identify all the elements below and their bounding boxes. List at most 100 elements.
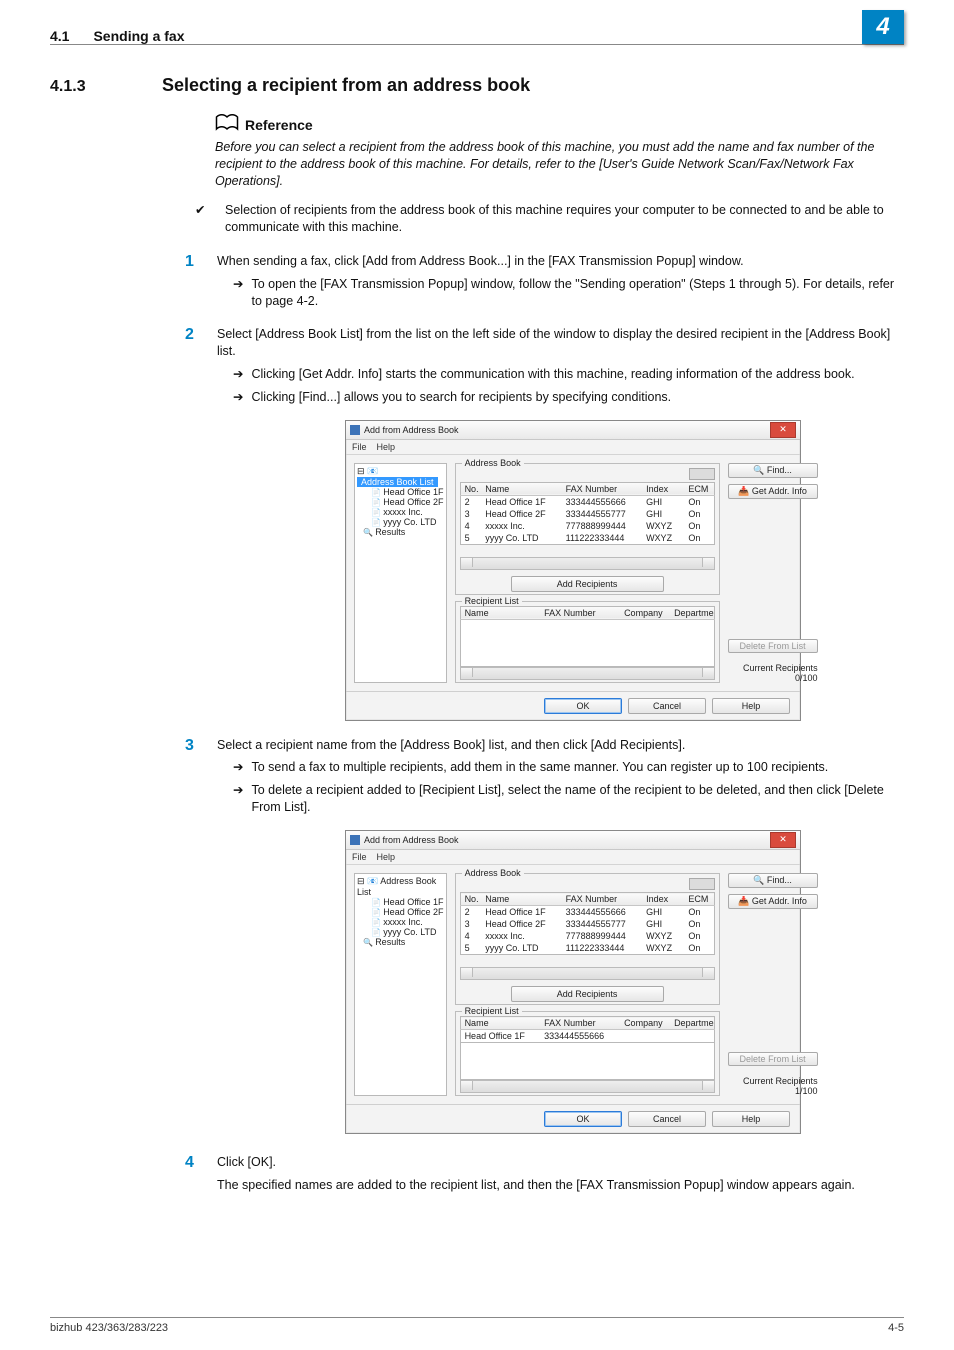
close-icon[interactable]: ✕ [770,422,796,438]
step-number: 1 [185,253,199,271]
get-addr-info-button[interactable]: 📥 Get Addr. Info [728,894,818,909]
cell-name: Head Office 1F [460,1030,540,1043]
cell-name: xxxxx Inc. [481,520,561,532]
add-recipients-button[interactable]: Add Recipients [511,986,664,1002]
menu-file[interactable]: File [352,442,367,452]
arrow-icon: ➔ [233,366,243,383]
col-ecm[interactable]: ECM [684,893,714,906]
cell-no: 2 [460,906,481,919]
col-ecm[interactable]: ECM [684,482,714,495]
close-icon[interactable]: ✕ [770,832,796,848]
current-recipients-count: 0/100 [728,673,818,683]
table-row[interactable]: 5 yyyy Co. LTD 111222333444 WXYZ On [460,532,714,545]
view-toggle-icon[interactable] [689,468,715,480]
find-button[interactable]: 🔍 Find... [728,463,818,478]
col-fax[interactable]: FAX Number [562,482,642,495]
menu-file[interactable]: File [352,852,367,862]
cell-no: 5 [460,532,481,545]
arrow-icon: ➔ [233,759,243,776]
address-book-table[interactable]: No. Name FAX Number Index ECM 2 Head Off… [460,482,715,545]
help-button[interactable]: Help [712,1111,790,1127]
tree-pane[interactable]: ⊟ 📧 Address Book List Head Office 1F Hea… [354,463,447,683]
col-index[interactable]: Index [642,893,684,906]
address-book-table[interactable]: No. Name FAX Number Index ECM 2 Head Off… [460,892,715,955]
recipient-list-table[interactable]: Name FAX Number Company Departmen Head O… [460,1016,715,1043]
table-row[interactable]: 4 xxxxx Inc. 777888999444 WXYZ On [460,520,714,532]
app-icon [350,425,360,435]
delete-from-list-button[interactable]: Delete From List [728,639,818,653]
hscrollbar[interactable] [460,1080,715,1093]
cell-dept [670,1030,714,1043]
table-row[interactable]: 4 xxxxx Inc. 777888999444 WXYZ On [460,930,714,942]
tree-item[interactable]: yyyy Co. LTD [357,927,444,937]
col-name[interactable]: Name [460,606,540,619]
recipient-list-group-label: Recipient List [462,1006,522,1016]
tree-results[interactable]: Results [357,937,444,947]
add-recipients-button[interactable]: Add Recipients [511,576,664,592]
table-row[interactable]: 2 Head Office 1F 333444555666 GHI On [460,906,714,919]
col-index[interactable]: Index [642,482,684,495]
step3-text: Select a recipient name from the [Addres… [217,737,904,754]
tree-results[interactable]: Results [357,527,444,537]
hscrollbar[interactable] [460,557,715,570]
col-fax[interactable]: FAX Number [562,893,642,906]
hscrollbar[interactable] [460,667,715,680]
cell-name: yyyy Co. LTD [481,942,561,955]
tree-item[interactable]: Head Office 2F [357,497,444,507]
table-row[interactable]: 3 Head Office 2F 333444555777 GHI On [460,508,714,520]
tree-root[interactable]: Address Book List [357,876,436,897]
cell-ecm: On [684,930,714,942]
view-toggle-icon[interactable] [689,878,715,890]
tree-item[interactable]: Head Office 2F [357,907,444,917]
col-company[interactable]: Company [620,1017,670,1030]
tree-item[interactable]: Head Office 1F [357,897,444,907]
get-addr-info-button[interactable]: 📥 Get Addr. Info [728,484,818,499]
table-row[interactable]: 5 yyyy Co. LTD 111222333444 WXYZ On [460,942,714,955]
cell-fax: 333444555666 [540,1030,620,1043]
tree-item[interactable]: yyyy Co. LTD [357,517,444,527]
header-section-number: 4.1 [50,28,69,44]
tree-root[interactable]: Address Book List [357,477,438,487]
cell-no: 3 [460,918,481,930]
cell-ecm: On [684,508,714,520]
col-fax[interactable]: FAX Number [540,606,620,619]
col-name[interactable]: Name [481,893,561,906]
recipient-list-table[interactable]: Name FAX Number Company Departmen [460,606,715,620]
cell-name: Head Office 2F [481,508,561,520]
tree-item[interactable]: Head Office 1F [357,487,444,497]
table-row[interactable]: 3 Head Office 2F 333444555777 GHI On [460,918,714,930]
hscrollbar[interactable] [460,967,715,980]
menu-help[interactable]: Help [377,442,396,452]
step4-body: The specified names are added to the rec… [217,1177,904,1194]
col-dept[interactable]: Departmen [670,606,714,619]
dialog-title: Add from Address Book [364,835,459,845]
col-no[interactable]: No. [460,893,481,906]
col-name[interactable]: Name [460,1017,540,1030]
cell-index: GHI [642,508,684,520]
table-row[interactable]: 2 Head Office 1F 333444555666 GHI On [460,495,714,508]
col-fax[interactable]: FAX Number [540,1017,620,1030]
ok-button[interactable]: OK [544,698,622,714]
cell-ecm: On [684,495,714,508]
cancel-button[interactable]: Cancel [628,1111,706,1127]
dialog-title: Add from Address Book [364,425,459,435]
col-no[interactable]: No. [460,482,481,495]
col-dept[interactable]: Departmen [670,1017,714,1030]
cancel-button[interactable]: Cancel [628,698,706,714]
checkmark-icon: ✔ [195,202,207,219]
cell-fax: 777888999444 [562,930,642,942]
col-name[interactable]: Name [481,482,561,495]
col-company[interactable]: Company [620,606,670,619]
cell-no: 5 [460,942,481,955]
ok-button[interactable]: OK [544,1111,622,1127]
find-button[interactable]: 🔍 Find... [728,873,818,888]
tree-item[interactable]: xxxxx Inc. [357,507,444,517]
tree-pane[interactable]: ⊟ 📧 Address Book List Head Office 1F Hea… [354,873,447,1096]
prereq-text: Selection of recipients from the address… [225,202,904,236]
cell-index: GHI [642,906,684,919]
delete-from-list-button[interactable]: Delete From List [728,1052,818,1066]
help-button[interactable]: Help [712,698,790,714]
tree-item[interactable]: xxxxx Inc. [357,917,444,927]
menu-help[interactable]: Help [377,852,396,862]
table-row[interactable]: Head Office 1F 333444555666 [460,1030,714,1043]
